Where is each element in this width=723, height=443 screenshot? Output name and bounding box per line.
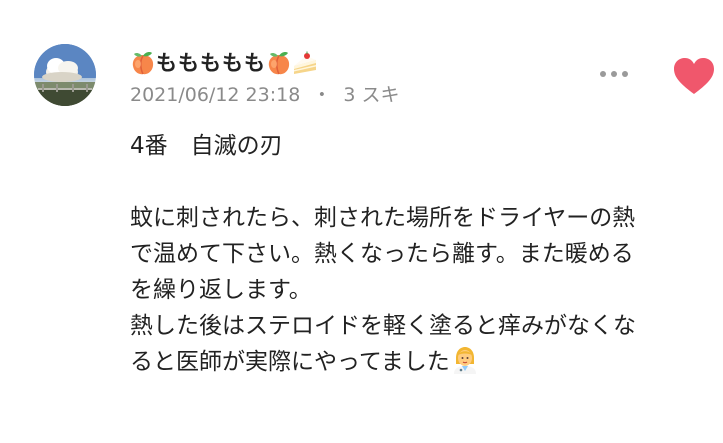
peach-icon: [266, 50, 292, 76]
author-name[interactable]: ももももも: [156, 48, 266, 78]
heart-icon: [674, 58, 714, 94]
avatar[interactable]: [34, 44, 96, 106]
comment-body-line: 4番 自滅の刃: [130, 133, 283, 159]
more-horizontal-icon: [622, 71, 628, 77]
comment-body-line: 蚊に刺されたら、刺された場所をドライヤーの熱: [130, 205, 636, 231]
comment-body-line: を繰り返します。: [130, 277, 312, 303]
shortcake-icon: [292, 50, 318, 76]
more-horizontal-icon: [611, 71, 617, 77]
more-horizontal-icon: [600, 71, 606, 77]
comment-body-line: ると医師が実際にやってました: [130, 349, 450, 375]
more-options-button[interactable]: [592, 62, 636, 86]
comment-body-line: 熱した後はステロイドを軽く塗ると痒みがなくな: [130, 313, 636, 339]
comment-body-line: で温めて下さい。熱くなったら離す。また暖める: [130, 241, 634, 267]
like-button[interactable]: [672, 56, 716, 96]
woman-health-worker-icon: [452, 346, 478, 374]
comment-body-last-line: ると医師が実際にやってました: [130, 344, 715, 380]
like-count[interactable]: 3 スキ: [343, 84, 399, 106]
meta-separator: ・: [312, 84, 332, 106]
comment-date: 2021/06/12 23:18: [130, 84, 301, 106]
comment-card: ももももも 2021/06/12 23:18 ・ 3 スキ 4番 自滅の刃 蚊に…: [0, 0, 723, 443]
comment-meta: 2021/06/12 23:18 ・ 3 スキ: [130, 82, 399, 108]
comment-body-blank-line: [130, 164, 715, 200]
peach-icon: [130, 50, 156, 76]
comment-body: 4番 自滅の刃 蚊に刺されたら、刺された場所をドライヤーの熱 で温めて下さい。熱…: [130, 128, 715, 380]
author-line: ももももも: [130, 48, 318, 78]
